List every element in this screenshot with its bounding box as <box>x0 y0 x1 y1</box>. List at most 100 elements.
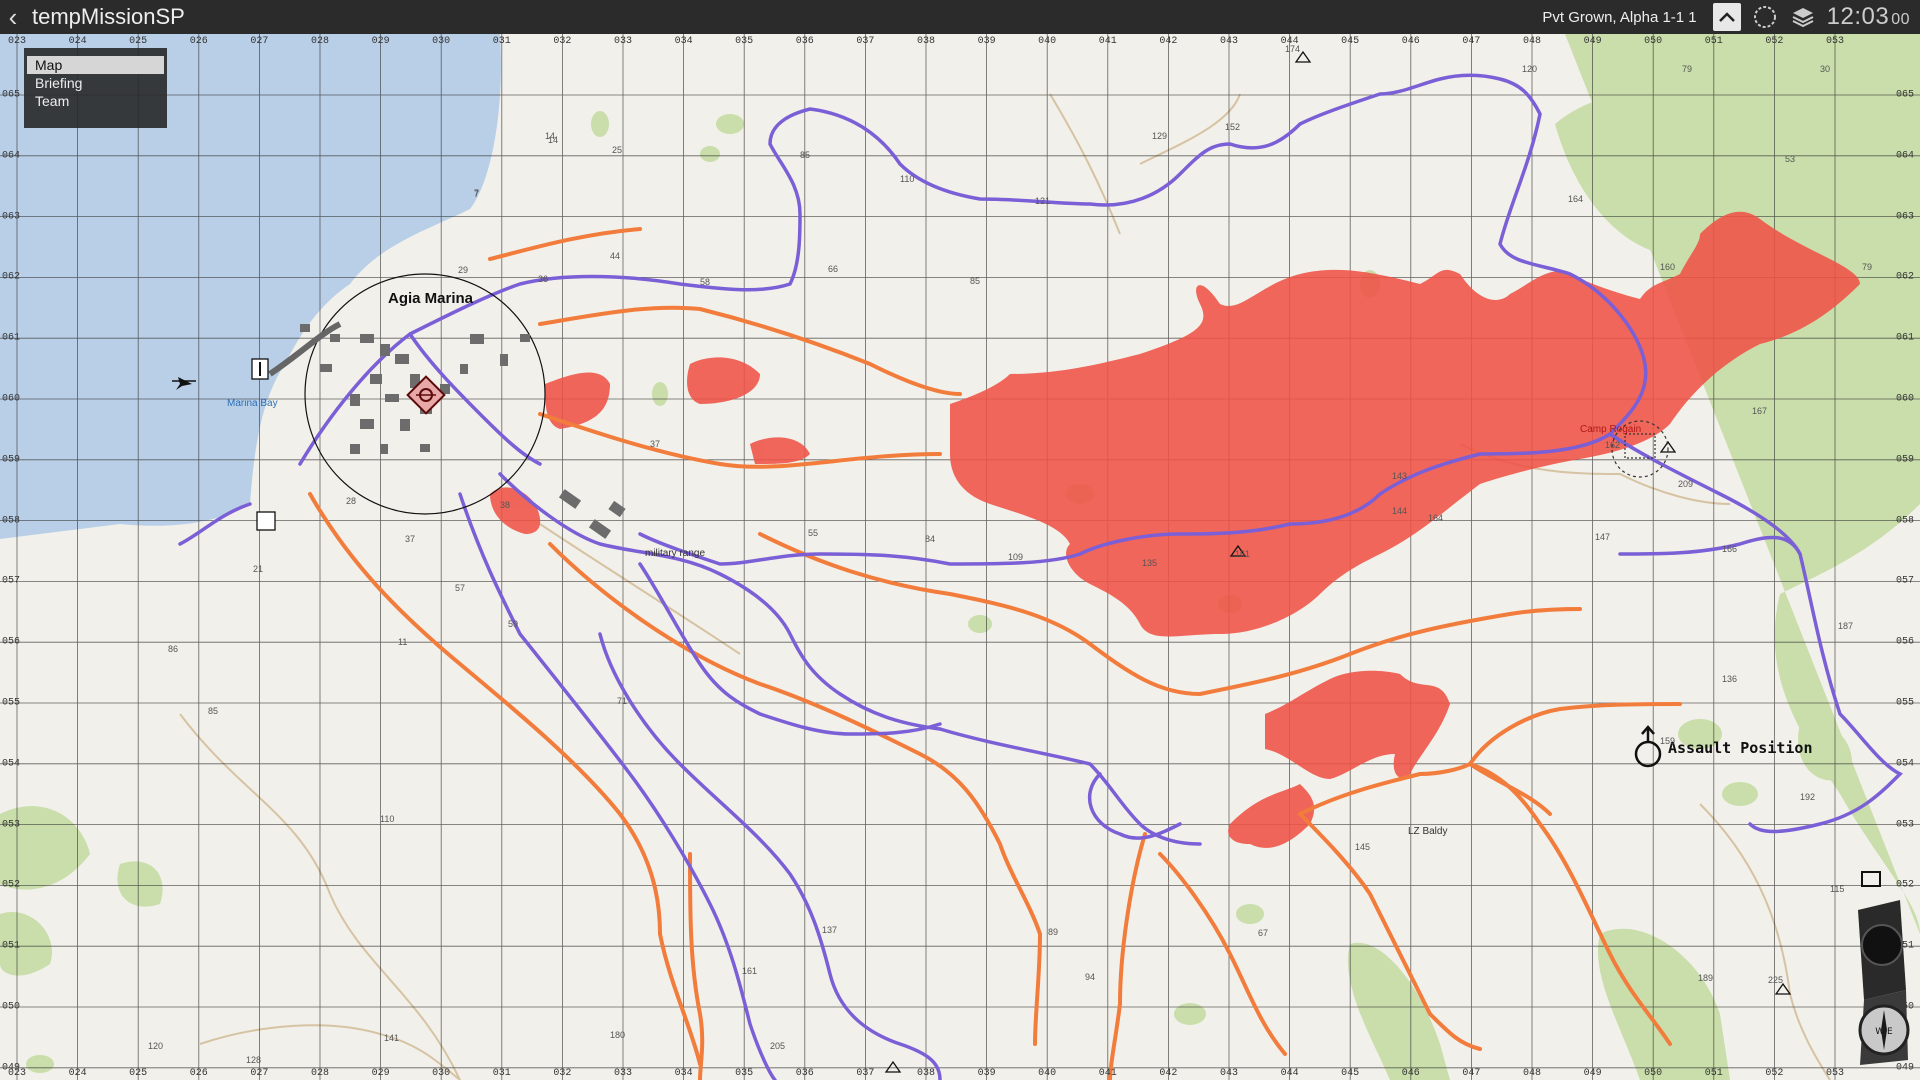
grid-coord-x: 034 <box>674 1068 693 1079</box>
elevation-label: 174 <box>1285 44 1301 54</box>
grid-coord-x: 035 <box>735 1068 754 1079</box>
elevation-label: 110 <box>380 814 395 824</box>
grid-coord-y: 049 <box>2 1062 21 1074</box>
elevation-label: 7 <box>474 189 480 199</box>
grid-coord-y: 053 <box>2 819 21 831</box>
elevation-label: 135 <box>1142 558 1158 568</box>
label-assault-position[interactable]: Assault Position <box>1668 739 1813 757</box>
label-military-range: military range <box>645 548 706 559</box>
layers-icon[interactable] <box>1789 3 1817 31</box>
grid-coord-y: 065 <box>1896 89 1915 101</box>
elevation-label: 167 <box>1752 406 1768 416</box>
grid-coord-x: 039 <box>977 36 996 47</box>
label-agia-marina[interactable]: Agia Marina <box>388 290 473 307</box>
elevation-label: 209 <box>1678 479 1694 489</box>
grid-coordinates-bottom: 023 024 025 026 027 028 029 030 031 032 033 034 035 0… <box>0 1068 1920 1080</box>
elevation-label: 85 <box>208 706 219 716</box>
grid-coord-x: 024 <box>68 1068 87 1079</box>
elevation-label: 94 <box>1085 972 1096 982</box>
grid-coord-x: 048 <box>1522 1068 1542 1079</box>
compass-widget[interactable]: W E <box>1850 870 1912 1070</box>
grid-coord-x: 026 <box>189 1068 208 1079</box>
grid-coord-x: 032 <box>553 1068 572 1079</box>
grid-coord-x: 036 <box>795 1068 814 1079</box>
elevation-label: 129 <box>1152 131 1168 141</box>
grid-coord-x: 029 <box>371 36 390 47</box>
elevation-label: 141 <box>384 1033 400 1043</box>
gps-ring-icon[interactable] <box>1751 3 1779 31</box>
compass-lid-icon <box>1861 871 1881 887</box>
elevation-label: 55 <box>808 528 819 538</box>
grid-coord-x: 037 <box>856 1068 875 1079</box>
grid-coord-y: 060 <box>2 393 21 405</box>
grid-coord-x: 028 <box>310 36 330 47</box>
elevation-label: 115 <box>1830 884 1845 894</box>
elevation-label: 14 <box>548 135 559 145</box>
grid-coord-y: 061 <box>2 332 21 344</box>
menu-item-briefing[interactable]: Briefing <box>27 74 164 92</box>
elevation-label: 57 <box>455 583 466 593</box>
grid-coord-y: 057 <box>2 575 21 587</box>
grid-coord-x: 051 <box>1704 36 1723 47</box>
grid-coord-y: 055 <box>2 697 21 709</box>
grid-coord-x: 027 <box>250 1068 269 1079</box>
grid-coord-x: 030 <box>432 36 451 47</box>
grid-coord-x: 049 <box>1583 1068 1602 1079</box>
grid-coord-x: 046 <box>1401 36 1420 47</box>
grid-coord-y: 062 <box>2 271 21 283</box>
grid-coord-x: 050 <box>1644 36 1663 47</box>
menu-item-team[interactable]: Team <box>27 92 164 110</box>
lighthouse-icon <box>251 358 269 380</box>
elevation-label: 120 <box>1522 64 1538 74</box>
grid-coord-y: 059 <box>2 454 21 466</box>
grid-coord-y: 063 <box>1896 211 1915 223</box>
grid-coord-x: 053 <box>1825 1068 1845 1079</box>
grid-coord-y: 059 <box>1896 454 1915 466</box>
elevation-label: 30 <box>1820 64 1831 74</box>
label-camp-rogain[interactable]: Camp Rogain <box>1580 424 1641 435</box>
menu-item-map[interactable]: Map <box>27 56 164 74</box>
elevation-label: 37 <box>405 534 416 544</box>
elevation-label: 159 <box>1660 736 1676 746</box>
elevation-label: 66 <box>828 264 839 274</box>
elevation-label: 120 <box>148 1041 164 1051</box>
mission-title: tempMissionSP <box>32 4 185 29</box>
back-arrow-icon[interactable]: ‹ <box>0 0 26 34</box>
elevation-label: 137 <box>822 925 838 935</box>
grid-coord-x: 042 <box>1159 1068 1178 1079</box>
map-canvas[interactable] <box>0 34 1920 1080</box>
grid-coord-x: 045 <box>1341 1068 1360 1079</box>
grid-coord-x: 048 <box>1522 36 1542 47</box>
grid-coord-y: 063 <box>2 211 21 223</box>
grid-coord-y: 050 <box>2 1001 21 1013</box>
grid-coord-y: 053 <box>1896 819 1915 831</box>
grid-coord-x: 034 <box>674 36 693 47</box>
elevation-label: 58 <box>700 277 711 287</box>
grid-coordinates-left: 065 064 063 062 061 060 059 058 057 056 055 054 053 0… <box>2 34 24 1080</box>
chevron-up-icon[interactable] <box>1712 3 1741 31</box>
elevation-label: 21 <box>253 564 264 574</box>
grid-coord-x: 040 <box>1038 36 1057 47</box>
elevation-label: 160 <box>1660 262 1676 272</box>
elevation-label: 44 <box>610 251 621 261</box>
grid-coord-x: 042 <box>1159 36 1178 47</box>
grid-coord-x: 036 <box>795 36 814 47</box>
elevation-label: 144 <box>1392 506 1408 516</box>
grid-coord-y: 064 <box>2 150 21 162</box>
grid-coord-x: 046 <box>1401 1068 1420 1079</box>
elevation-label: 143 <box>1392 471 1408 481</box>
top-bar: ‹ tempMissionSP Pvt Grown, Alpha 1-1 1 1… <box>0 0 1920 34</box>
grid-coord-x: 030 <box>432 1068 451 1079</box>
grid-coord-x: 041 <box>1098 1068 1117 1079</box>
elevation-label: 205 <box>770 1041 786 1051</box>
grid-coord-y: 061 <box>1896 332 1915 344</box>
grid-coord-x: 035 <box>735 36 754 47</box>
label-lz-baldy: LZ Baldy <box>1408 826 1448 837</box>
elevation-label: 161 <box>742 966 758 976</box>
elevation-label: 136 <box>1722 674 1738 684</box>
map-view[interactable]: 023 024 025 026 027 028 029 030 031 032 033 034 035 0… <box>0 34 1920 1080</box>
elevation-label: 28 <box>346 496 357 506</box>
grid-coord-x: 043 <box>1219 1068 1239 1079</box>
elevation-label: 85 <box>970 276 981 286</box>
elevation-label: 36 <box>538 274 549 284</box>
